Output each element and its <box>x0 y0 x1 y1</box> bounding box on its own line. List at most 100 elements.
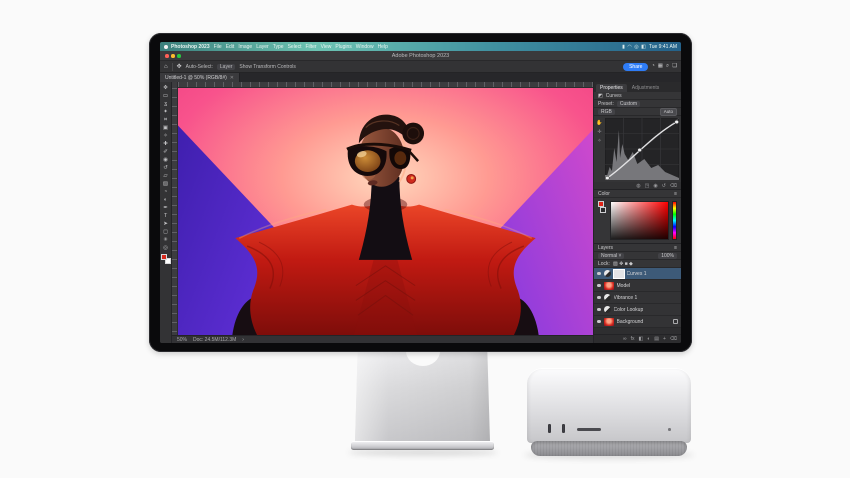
visibility-eye-icon[interactable] <box>597 283 601 288</box>
tool-button[interactable]: ✧ <box>161 132 171 140</box>
tool-button[interactable]: ▨ <box>161 180 171 188</box>
options-bar-icon[interactable]: ❏ <box>672 63 677 70</box>
menubar-item[interactable]: Select <box>288 44 302 50</box>
layers-menu-icon[interactable]: ≡ <box>674 245 677 251</box>
tool-button[interactable]: ◐ <box>161 196 171 204</box>
curve-tool-icon[interactable]: ✋ <box>596 120 602 126</box>
channel-dropdown[interactable]: RGB <box>598 108 615 115</box>
home-icon[interactable]: ⌂ <box>164 64 168 70</box>
curves-footer-icon[interactable]: ⌫ <box>670 183 677 189</box>
menubar-status-icon[interactable]: ◎ <box>634 44 638 50</box>
color-fgbg-swatches[interactable] <box>598 201 607 240</box>
curves-footer-icon[interactable]: ↺ <box>662 183 666 189</box>
tool-button[interactable]: ⌗ <box>161 116 171 124</box>
tool-button[interactable]: ✒ <box>161 204 171 212</box>
close-tab-icon[interactable]: ✕ <box>230 75 234 81</box>
tool-button[interactable]: ↺ <box>161 164 171 172</box>
tab-adjustments[interactable]: Adjustments <box>628 84 664 92</box>
tool-button[interactable]: ʓ <box>161 100 171 108</box>
hue-slider[interactable] <box>672 201 677 240</box>
tool-button[interactable]: ◎ <box>161 244 171 252</box>
menubar-status-icon[interactable]: ◠ <box>627 44 631 50</box>
menubar-item[interactable]: Type <box>273 44 284 50</box>
share-button[interactable]: Share <box>623 62 649 71</box>
panel-menu-icon[interactable]: ≡ <box>674 191 677 197</box>
preset-dropdown[interactable]: Custom <box>616 100 641 107</box>
blend-mode-dropdown[interactable]: Normal ˅ <box>598 252 625 259</box>
tool-button[interactable]: ➤ <box>161 220 171 228</box>
menubar-item[interactable]: Help <box>378 44 388 50</box>
menubar-item[interactable]: Plugins <box>335 44 351 50</box>
layers-footer-icon[interactable]: ◧ <box>639 336 644 342</box>
layers-footer-icon[interactable]: fx <box>631 336 635 342</box>
tool-button[interactable]: T <box>161 212 171 220</box>
auto-select-dropdown[interactable]: Layer <box>216 63 236 70</box>
layers-title[interactable]: Layers <box>598 245 613 251</box>
menubar-item[interactable]: Edit <box>226 44 235 50</box>
curve-tool-icon[interactable]: ✛ <box>597 129 601 135</box>
tool-button[interactable]: ◻ <box>161 228 171 236</box>
menubar-item[interactable]: Filter <box>305 44 316 50</box>
tool-button[interactable]: ✳ <box>161 236 171 244</box>
layer-row[interactable]: Model <box>594 280 681 292</box>
lock-icons[interactable]: ▨ ✥ ■ ◆ <box>613 261 633 267</box>
menubar-item[interactable]: Window <box>356 44 374 50</box>
visibility-eye-icon[interactable] <box>597 295 601 300</box>
auto-button[interactable]: Auto <box>659 107 677 116</box>
document-tab[interactable]: Untitled-1 @ 50% (RGB/8#) ✕ <box>160 73 240 82</box>
layers-footer-icon[interactable]: + <box>663 336 666 342</box>
menubar-clock[interactable]: Tue 9:41 AM <box>649 44 677 50</box>
menubar-item[interactable]: View <box>321 44 332 50</box>
curves-footer-icon[interactable]: ◳ <box>645 183 650 189</box>
color-panel-title[interactable]: Color <box>598 191 610 197</box>
status-more-icon[interactable]: › <box>242 337 244 343</box>
menubar-item[interactable]: Photoshop 2023 <box>171 44 210 50</box>
layers-footer-icon[interactable]: ◐ <box>647 336 650 342</box>
close-window-button[interactable] <box>165 54 169 58</box>
options-bar-icon[interactable]: ◔ <box>651 63 654 70</box>
menubar-item[interactable]: File <box>214 44 222 50</box>
transform-controls-label[interactable]: Show Transform Controls <box>239 64 295 70</box>
opacity-dropdown[interactable]: 100% <box>658 252 677 259</box>
photoshop-canvas-image[interactable] <box>178 88 593 335</box>
menubar-status-icon[interactable]: ▮ <box>622 44 625 50</box>
zoom-window-button[interactable] <box>177 54 181 58</box>
curves-plot[interactable] <box>605 118 679 180</box>
options-bar-icon[interactable]: ▦ <box>658 63 663 70</box>
visibility-eye-icon[interactable] <box>597 307 601 312</box>
tab-properties[interactable]: Properties <box>596 84 627 92</box>
visibility-eye-icon[interactable] <box>597 319 601 324</box>
color-swatches[interactable] <box>160 254 171 264</box>
visibility-eye-icon[interactable] <box>597 271 601 276</box>
move-tool-icon[interactable]: ✥ <box>177 63 182 70</box>
tool-button[interactable]: ✦ <box>161 108 171 116</box>
curves-editor[interactable]: ✋ ✛ ✧ <box>594 116 681 182</box>
menubar-item[interactable]: Layer <box>256 44 269 50</box>
layers-footer-icon[interactable]: ▤ <box>654 336 659 342</box>
options-bar-icon[interactable]: ⌕ <box>666 63 669 70</box>
menubar-item[interactable]: Image <box>238 44 252 50</box>
curves-footer-icon[interactable]: ◍ <box>636 183 640 189</box>
layers-footer-icon[interactable]: ∞ <box>623 336 627 342</box>
tool-button[interactable]: ▭ <box>161 92 171 100</box>
foreground-color-chip[interactable] <box>598 201 604 207</box>
minimize-window-button[interactable] <box>171 54 175 58</box>
curves-footer-icon[interactable]: ◉ <box>653 183 657 189</box>
tool-button[interactable]: ✥ <box>161 84 171 92</box>
tool-button[interactable]: ✚ <box>161 140 171 148</box>
layer-row[interactable]: Color Lookup <box>594 304 681 316</box>
tool-button[interactable]: ▱ <box>161 172 171 180</box>
foreground-color-swatch[interactable] <box>160 254 167 260</box>
menubar-status-icon[interactable]: ◧ <box>641 44 646 50</box>
saturation-picker[interactable] <box>610 201 669 240</box>
background-color-chip[interactable] <box>600 207 606 213</box>
tool-button[interactable]: ✐ <box>161 148 171 156</box>
layer-row[interactable]: Background <box>594 316 681 328</box>
tool-button[interactable]: ▣ <box>161 124 171 132</box>
layer-row[interactable]: Vibrance 1 <box>594 292 681 304</box>
tool-button[interactable]: ◉ <box>161 156 171 164</box>
zoom-level[interactable]: 50% <box>177 337 187 343</box>
apple-logo-icon[interactable] <box>164 44 168 49</box>
curve-tool-icon[interactable]: ✧ <box>597 138 601 144</box>
layers-footer-icon[interactable]: ⌫ <box>670 336 677 342</box>
